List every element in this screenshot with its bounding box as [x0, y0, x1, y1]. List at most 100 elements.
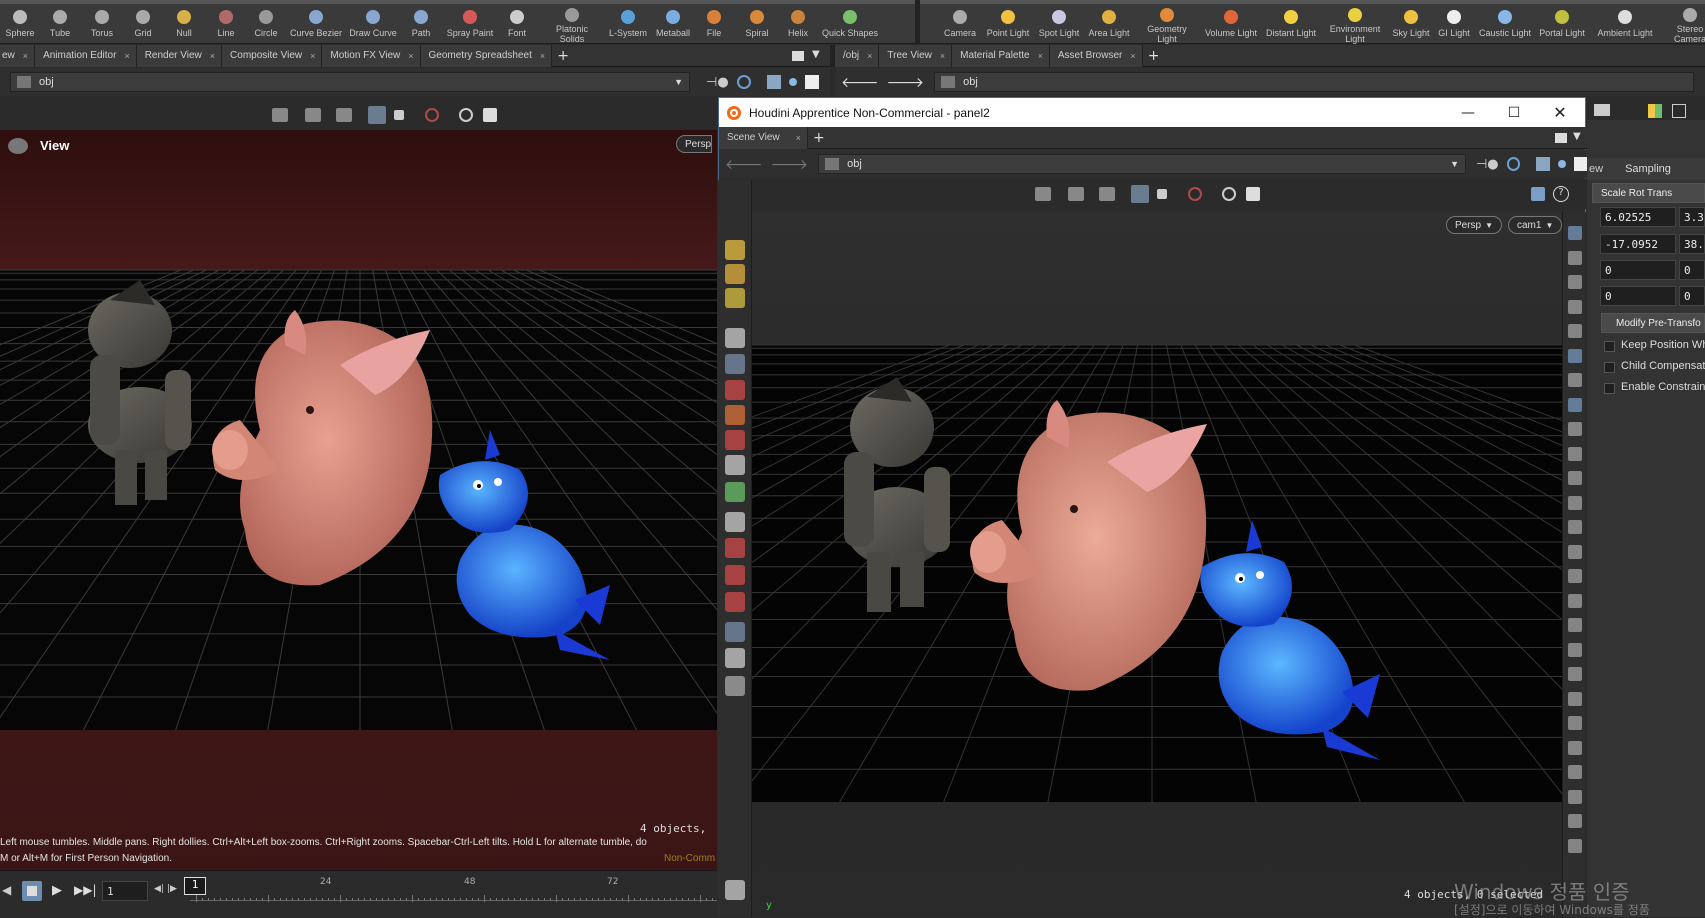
snap-curve-icon[interactable] [725, 565, 745, 585]
shading-icon[interactable] [788, 78, 797, 86]
transform-order-dropdown[interactable]: Scale Rot Trans [1592, 183, 1705, 203]
tab-render-view[interactable]: Render View × [136, 44, 223, 67]
display-option-icon[interactable] [1568, 618, 1582, 632]
pan-icon[interactable] [1068, 187, 1084, 201]
shelf-tool-path[interactable]: Path [395, 4, 447, 44]
render-region-icon[interactable] [725, 648, 745, 668]
display-option-icon[interactable] [1568, 373, 1582, 387]
back-arrow-icon[interactable]: 🡐 [725, 156, 763, 173]
pin-icon[interactable]: ⊣● [706, 75, 729, 90]
settings-icon[interactable] [1246, 187, 1260, 201]
persp-dropdown[interactable]: Persp [676, 135, 713, 153]
stop-icon[interactable] [1188, 187, 1202, 201]
timeline-track[interactable]: 1 24 48 72 [182, 875, 719, 915]
frame-icon[interactable] [394, 110, 404, 120]
chevron-down-icon[interactable]: ▼ [674, 77, 683, 87]
close-icon[interactable]: × [23, 51, 28, 61]
pin-icon[interactable]: ⊣● [1476, 157, 1499, 172]
pose-icon[interactable] [725, 455, 745, 475]
param-field[interactable]: 0 [1600, 286, 1676, 306]
param-field[interactable]: 38. [1679, 234, 1705, 254]
tab-tree-view[interactable]: Tree View × [879, 44, 953, 67]
shelf-tool-caustic-light[interactable]: Caustic Light [1475, 4, 1535, 44]
shelf-tool-area-light[interactable]: Area Light [1079, 4, 1139, 44]
display-option-icon[interactable] [1568, 275, 1582, 289]
display-options-icon[interactable] [766, 75, 781, 89]
close-icon[interactable]: × [210, 51, 215, 61]
snapshot-icon[interactable] [459, 108, 473, 122]
left-viewport[interactable]: View Persp 4 objects, Left mouse tumbles… [0, 130, 717, 870]
tumble-icon[interactable] [1035, 187, 1051, 201]
display-option-icon[interactable] [1568, 789, 1582, 804]
add-tab-icon[interactable]: + [1143, 48, 1165, 64]
display-option-icon[interactable] [1568, 814, 1582, 828]
display-option-icon[interactable] [1568, 838, 1582, 853]
child-compensate-checkbox[interactable] [1604, 362, 1615, 373]
window-titlebar[interactable]: Houdini Apprentice Non-Commercial - pane… [719, 98, 1585, 127]
forward-arrow-icon[interactable]: 🡒 [887, 74, 925, 91]
help-icon[interactable]: ? [1553, 186, 1569, 202]
handle-icon[interactable] [725, 482, 745, 502]
display-option-icon[interactable] [1568, 495, 1582, 510]
param-field[interactable]: 0 [1679, 260, 1705, 280]
param-field[interactable]: -17.0952 [1600, 234, 1676, 254]
display-flags-icon[interactable] [1531, 187, 1545, 201]
shelf-tool-platonic-solids[interactable]: Platonic Solids [546, 4, 598, 44]
shelf-tool-curve-bezier[interactable]: Curve Bezier [290, 4, 342, 44]
snapshot-icon[interactable] [1222, 187, 1236, 201]
path-field[interactable]: obj [934, 72, 1695, 92]
close-button[interactable]: ✕ [1537, 98, 1583, 127]
scale-icon[interactable] [725, 430, 745, 450]
shelf-tool-helix[interactable]: Helix [772, 4, 824, 44]
param-field[interactable]: 6.02525 [1600, 207, 1676, 227]
tab-geometry-spreadsheet[interactable]: Geometry Spreadsheet × [420, 44, 553, 67]
shelf-tool-font[interactable]: Font [491, 4, 543, 44]
back-arrow-icon[interactable]: 🡐 [841, 74, 879, 91]
prev-key-icon[interactable]: ◀| [154, 884, 164, 894]
param-field[interactable]: 0 [1600, 260, 1676, 280]
display-option-icon[interactable] [1568, 544, 1582, 559]
display-option-icon[interactable] [1568, 250, 1582, 265]
tumble-icon[interactable] [272, 108, 288, 122]
shelf-tool-draw-curve[interactable]: Draw Curve [347, 4, 399, 44]
light-icon[interactable] [725, 240, 745, 260]
pane-menu-icon[interactable]: ▼ [812, 49, 820, 60]
move-icon[interactable] [725, 380, 745, 400]
close-icon[interactable]: × [796, 133, 801, 143]
display-option-icon[interactable] [1568, 446, 1582, 461]
play-button[interactable]: ▶ [52, 883, 62, 898]
jump-end-icon[interactable]: ▶▶| [74, 883, 97, 897]
shelf-tool-volume-light[interactable]: Volume Light [1201, 4, 1261, 44]
param-field[interactable]: 0 [1679, 286, 1705, 306]
select-icon[interactable] [725, 328, 745, 348]
display-option-icon[interactable] [1568, 740, 1582, 755]
close-icon[interactable]: × [124, 51, 129, 61]
display-option-icon[interactable] [1568, 642, 1582, 657]
add-tab-icon[interactable]: + [552, 48, 574, 64]
display-option-icon[interactable] [1568, 569, 1582, 583]
maximize-button[interactable]: ☐ [1491, 98, 1537, 127]
display-option-icon[interactable] [1568, 765, 1582, 779]
rotate-icon[interactable] [725, 405, 745, 425]
minimize-button[interactable]: — [1445, 98, 1491, 127]
current-frame-marker[interactable]: 1 [184, 877, 206, 895]
display-option-icon[interactable] [1568, 226, 1582, 240]
tab-motion-fx-view[interactable]: Motion FX View × [322, 44, 421, 67]
forward-arrow-icon[interactable]: 🡒 [771, 156, 809, 173]
pan-icon[interactable] [305, 108, 321, 122]
display-option-icon[interactable] [1568, 422, 1582, 436]
pane-menu-icon[interactable]: ▼ [1573, 131, 1581, 142]
path-field[interactable]: obj ▼ [10, 72, 690, 92]
step-back-icon[interactable]: ◀ [2, 883, 11, 897]
shelf-tool-portal-light[interactable]: Portal Light [1532, 4, 1592, 44]
persp-dropdown[interactable]: Persp ▼ [1446, 216, 1503, 234]
display-option-icon[interactable] [1568, 716, 1582, 730]
frame-field[interactable]: 1 [102, 881, 148, 901]
shelf-tool-spray-paint[interactable]: Spray Paint [444, 4, 496, 44]
stop-icon[interactable] [425, 108, 439, 122]
close-icon[interactable]: × [408, 51, 413, 61]
shelf-tool-circle[interactable]: Circle [240, 4, 292, 44]
scene-icon[interactable] [725, 880, 745, 900]
light-tool-icon[interactable] [725, 264, 745, 284]
spreadsheet-icon[interactable] [1648, 104, 1662, 118]
